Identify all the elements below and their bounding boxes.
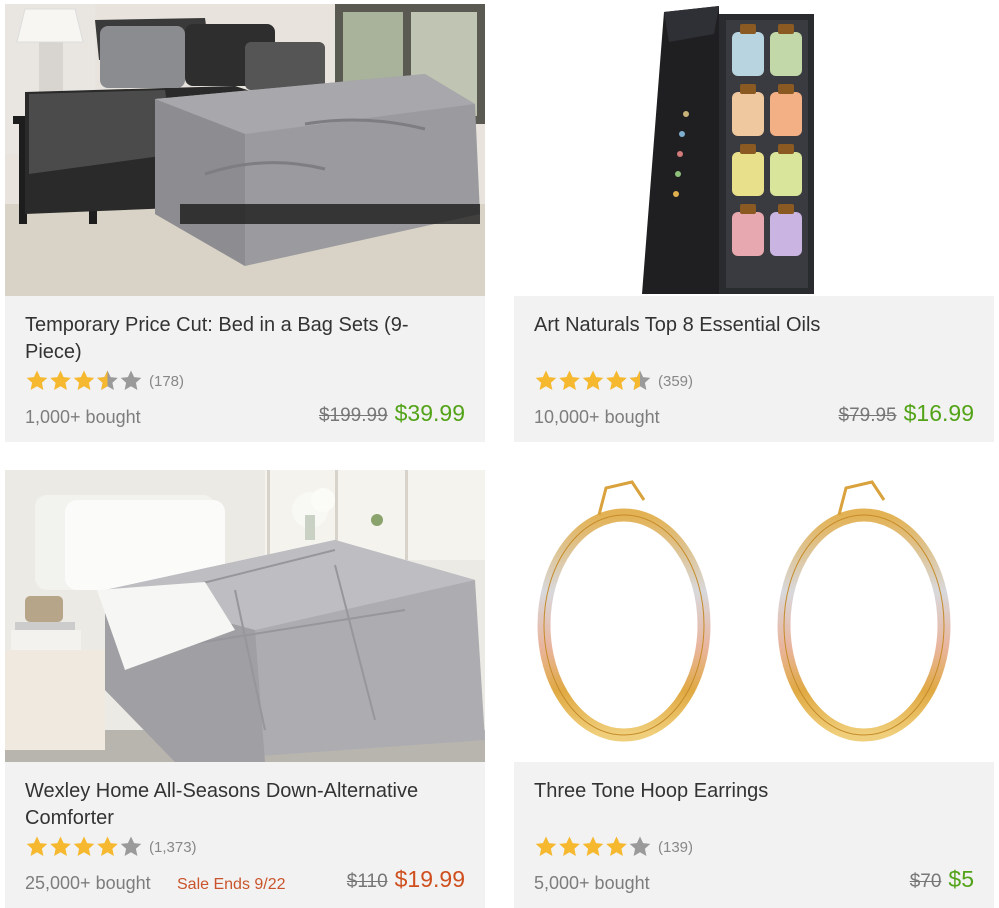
product-card[interactable]: Art Naturals Top 8 Essential Oils (359) … xyxy=(514,4,994,442)
original-price: $79.95 xyxy=(838,405,897,426)
star-full-icon xyxy=(73,370,95,390)
sale-price: $19.99 xyxy=(394,866,465,892)
original-price: $199.99 xyxy=(318,405,388,426)
star-rating: (359) xyxy=(534,369,693,393)
bought-count: 1,000+ bought xyxy=(25,407,141,427)
star-full-icon xyxy=(606,836,627,856)
sale-price: $5 xyxy=(948,866,974,892)
original-price: $110 xyxy=(346,871,388,892)
rating-stars xyxy=(26,836,142,856)
bought-count: 10,000+ bought xyxy=(534,407,660,427)
product-card[interactable]: Three Tone Hoop Earrings (139) 5,000+ bo… xyxy=(514,470,994,908)
star-full-icon xyxy=(73,836,95,856)
review-count: (1,373) xyxy=(149,838,197,856)
star-full-icon xyxy=(26,836,48,856)
star-rating: (178) xyxy=(25,369,184,393)
star-full-icon xyxy=(26,370,48,390)
star-full-icon xyxy=(582,836,604,856)
review-count: (359) xyxy=(658,372,694,390)
price-block: $199.99 $39.99 xyxy=(319,400,465,427)
rating-stars xyxy=(535,370,651,390)
star-empty-icon xyxy=(120,370,142,390)
star-rating: (139) xyxy=(534,835,693,859)
star-full-icon xyxy=(535,836,557,856)
star-empty-icon xyxy=(120,836,142,856)
star-rating: (1,373) xyxy=(25,835,197,859)
product-image[interactable] xyxy=(514,4,994,296)
product-title[interactable]: Wexley Home All-Seasons Down-Alternative… xyxy=(25,778,465,832)
rating-stars xyxy=(535,836,651,856)
product-title[interactable]: Temporary Price Cut: Bed in a Bag Sets (… xyxy=(25,312,465,366)
bought-count: 25,000+ bought xyxy=(25,873,151,893)
price-block: $110 $19.99 xyxy=(347,866,465,893)
product-card[interactable]: Wexley Home All-Seasons Down-Alternative… xyxy=(5,470,485,908)
original-price: $70 xyxy=(909,871,942,892)
star-full-icon xyxy=(559,836,580,856)
star-full-icon xyxy=(535,370,557,390)
rating-stars xyxy=(26,370,142,390)
sale-ends-label: Sale Ends 9/22 xyxy=(177,876,286,893)
star-full-icon xyxy=(559,370,580,390)
product-image[interactable] xyxy=(514,470,994,762)
product-title[interactable]: Art Naturals Top 8 Essential Oils xyxy=(534,312,974,339)
price-block: $70 $5 xyxy=(910,866,974,893)
star-half-icon xyxy=(629,370,651,390)
product-image[interactable] xyxy=(5,4,485,296)
star-half-icon xyxy=(97,370,118,390)
product-card[interactable]: Temporary Price Cut: Bed in a Bag Sets (… xyxy=(5,4,485,442)
star-full-icon xyxy=(50,836,71,856)
product-title[interactable]: Three Tone Hoop Earrings xyxy=(534,778,974,805)
review-count: (178) xyxy=(149,372,185,390)
product-image[interactable] xyxy=(5,470,485,762)
star-full-icon xyxy=(50,370,71,390)
sale-price: $39.99 xyxy=(394,400,465,426)
sale-price: $16.99 xyxy=(903,400,974,426)
price-block: $79.95 $16.99 xyxy=(839,400,974,427)
star-full-icon xyxy=(606,370,627,390)
star-full-icon xyxy=(97,836,118,856)
review-count: (139) xyxy=(658,838,694,856)
star-empty-icon xyxy=(629,836,651,856)
star-full-icon xyxy=(582,370,604,390)
bought-count: 5,000+ bought xyxy=(534,873,650,893)
